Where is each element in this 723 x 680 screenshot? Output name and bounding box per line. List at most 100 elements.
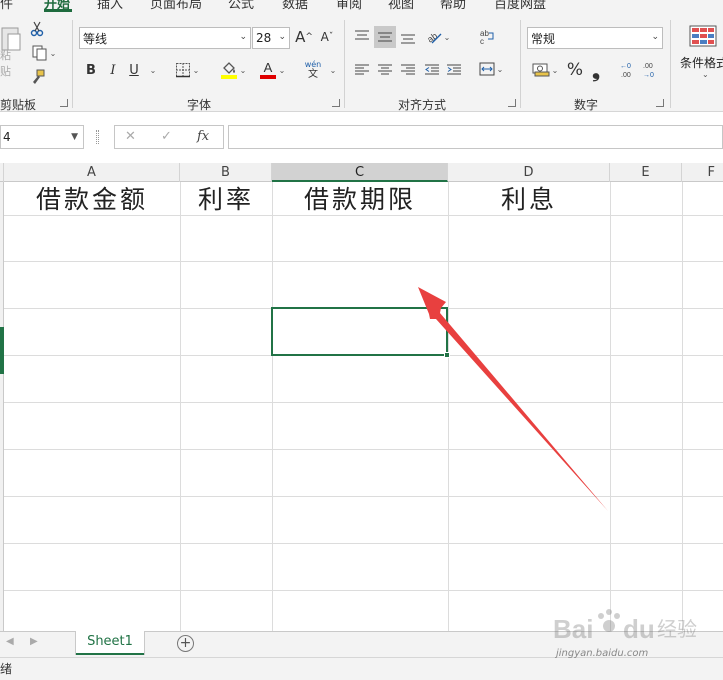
increase-indent-icon [447, 64, 461, 75]
shrink-font-button[interactable]: Aˇ [317, 26, 337, 48]
decrease-indent-button[interactable] [422, 60, 442, 80]
conditional-formatting-button[interactable] [686, 22, 720, 50]
group-separator [344, 20, 345, 108]
merge-cells-icon [479, 62, 495, 76]
number-format-combo[interactable]: 常规 ⌄ [527, 27, 663, 49]
alignment-dialog-launcher[interactable] [508, 99, 516, 107]
chevron-down-icon[interactable]: ⌄ [702, 70, 709, 79]
tab-formulas[interactable]: 公式 [228, 0, 254, 12]
name-box-value: 4 [3, 130, 11, 144]
align-center-button[interactable] [375, 60, 395, 80]
align-right-icon [401, 64, 415, 75]
conditional-formatting-icon [689, 25, 717, 47]
align-left-button[interactable] [352, 60, 372, 80]
svg-text:←0: ←0 [620, 63, 631, 70]
fill-color-button[interactable]: ⌄ [216, 58, 250, 82]
comma-style-button[interactable]: ❟ [588, 58, 604, 82]
align-middle-button[interactable] [374, 26, 396, 48]
grow-font-label: A [295, 28, 306, 46]
accounting-format-button[interactable]: ⌄ [528, 60, 562, 80]
chevron-down-icon: ⌄ [278, 32, 286, 42]
svg-text:.00: .00 [643, 63, 653, 70]
chevron-down-icon[interactable]: ⌄ [328, 64, 338, 76]
font-dialog-launcher[interactable] [332, 99, 340, 107]
font-name-combo[interactable]: 等线 ⌄ [79, 27, 251, 49]
enter-icon[interactable]: ✓ [161, 129, 172, 144]
annotation-arrow [418, 287, 608, 511]
number-dialog-launcher[interactable] [656, 99, 664, 107]
status-text: 绪 [0, 662, 13, 676]
svg-text:A: A [263, 60, 272, 75]
percent-style-button[interactable]: % [565, 58, 585, 82]
align-middle-icon [378, 32, 392, 42]
tab-view[interactable]: 视图 [388, 0, 414, 12]
clipboard-dialog-launcher[interactable] [60, 99, 68, 107]
group-separator [72, 20, 73, 108]
font-size-combo[interactable]: 28 ⌄ [252, 27, 290, 49]
italic-button[interactable]: I [104, 60, 122, 80]
font-group-label: 字体 [187, 98, 212, 112]
phonetic-guide-button[interactable]: wén 文 [300, 56, 326, 84]
tab-baidu-netdisk[interactable]: 百度网盘 [494, 0, 546, 12]
svg-text:.00: .00 [621, 72, 631, 79]
paint-bucket-icon [220, 62, 237, 79]
shrink-font-label: A [320, 30, 329, 44]
format-painter-button[interactable] [29, 68, 47, 86]
align-top-button[interactable] [352, 26, 372, 46]
tab-page-layout[interactable]: 页面布局 [150, 0, 202, 12]
chevron-down-icon[interactable]: ⌄ [148, 64, 158, 76]
chevron-down-icon: ⌄ [239, 32, 247, 42]
chevron-down-icon: ⌄ [278, 65, 286, 75]
watermark-url: jingyan.baidu.com [556, 648, 649, 659]
number-format-value: 常规 [531, 31, 556, 46]
font-size-value: 28 [256, 31, 272, 45]
formula-input[interactable] [228, 125, 723, 149]
paste-label: 粘贴 [0, 49, 11, 78]
group-separator [520, 20, 521, 108]
underline-button[interactable]: U [125, 60, 143, 80]
align-bottom-icon [401, 34, 415, 44]
align-right-button[interactable] [398, 60, 418, 80]
worksheet-grid[interactable]: A B C D E F 借款金额 利率 借款期限 利息 [0, 163, 723, 631]
decrease-decimal-button[interactable]: .00 →0 [641, 58, 663, 82]
text-orientation-icon: ab [426, 31, 442, 45]
insert-function-icon[interactable]: fx [197, 129, 209, 144]
increase-indent-button[interactable] [444, 60, 464, 80]
tab-review[interactable]: 审阅 [336, 0, 362, 12]
tab-help[interactable]: 帮助 [440, 0, 466, 12]
caret-up-icon: ^ [305, 32, 313, 42]
increase-decimal-button[interactable]: ←0.00 [618, 58, 640, 82]
borders-button[interactable]: ⌄ [170, 60, 204, 80]
copy-button[interactable]: ⌄ [28, 44, 60, 62]
scroll-prev-sheet-icon[interactable]: ◀ [6, 636, 14, 647]
name-box[interactable]: 4 ▼ [0, 125, 84, 149]
font-color-icon: A [259, 60, 276, 79]
bold-button[interactable]: B [82, 60, 100, 80]
sheet-tab-sheet1[interactable]: Sheet1 [76, 631, 144, 655]
tab-file[interactable]: 件 [0, 0, 13, 12]
chevron-down-icon: ▼ [71, 132, 78, 142]
grow-font-button[interactable]: A ^ [294, 26, 314, 48]
cut-button[interactable] [29, 20, 45, 38]
cancel-icon[interactable]: ✕ [125, 129, 136, 144]
align-top-icon [355, 30, 369, 40]
decrease-indent-icon [425, 64, 439, 75]
formula-bar-resize-handle[interactable] [96, 130, 99, 144]
merge-center-button[interactable]: ⌄ [474, 58, 508, 80]
chevron-down-icon: ⌄ [49, 48, 57, 58]
align-center-icon [378, 64, 392, 75]
align-bottom-button[interactable] [398, 28, 418, 48]
tab-insert[interactable]: 插入 [97, 0, 123, 12]
chevron-down-icon: ⌄ [651, 32, 659, 42]
clipboard-group-label: 剪贴板 [0, 98, 37, 112]
tab-data[interactable]: 数据 [282, 0, 308, 12]
border-icon [175, 63, 190, 78]
scissors-icon [30, 21, 44, 37]
add-sheet-button[interactable]: + [177, 635, 194, 652]
decrease-decimal-icon: .00→0 [643, 63, 654, 79]
wrap-text-button[interactable]: ab c [477, 26, 497, 48]
orientation-button[interactable]: ab ⌄ [423, 26, 453, 48]
font-color-button[interactable]: A ⌄ [254, 58, 290, 82]
conditional-formatting-label[interactable]: 条件格式 [680, 54, 723, 71]
scroll-next-sheet-icon[interactable]: ▶ [30, 636, 38, 647]
